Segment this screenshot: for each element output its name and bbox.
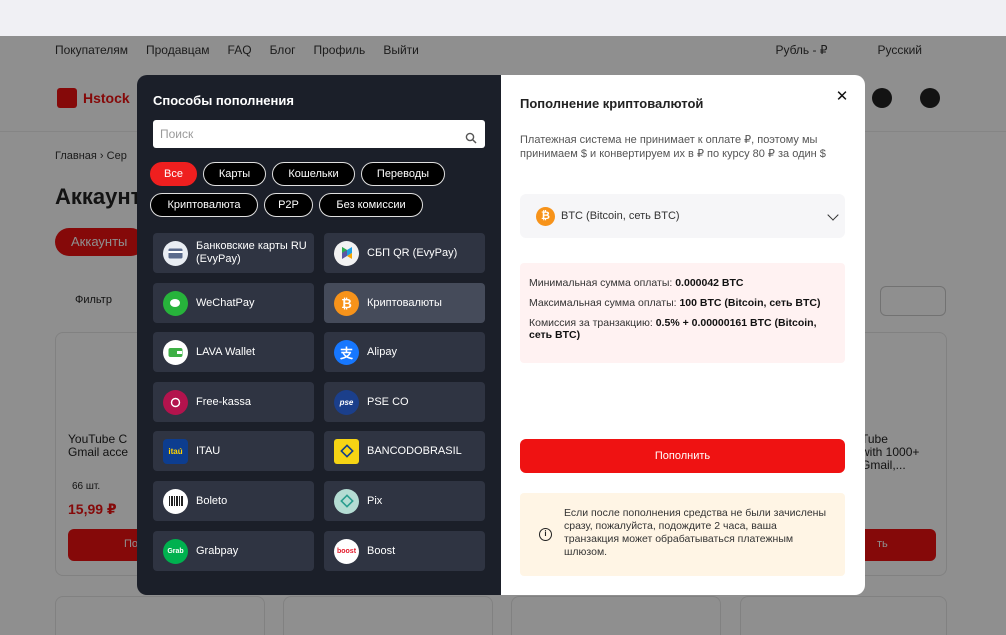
pix-icon <box>334 488 359 514</box>
method-itau[interactable]: itaú ITAU <box>153 431 314 471</box>
bitcoin-icon: ₿ <box>536 206 555 226</box>
chip-transfers[interactable]: Переводы <box>361 162 445 186</box>
payment-methods-panel: Способы пополнения Все Карты Кошельки Пе… <box>137 75 501 595</box>
chip-cards[interactable]: Карты <box>203 162 266 186</box>
method-label: Alipay <box>367 345 397 358</box>
grabpay-icon: Grab <box>163 538 188 564</box>
freekassa-icon <box>163 389 188 415</box>
methods-list: Банковские карты RU (EvyPay) СБП QR (Evy… <box>153 233 485 573</box>
max-amount-label: Максимальная сумма оплаты: <box>529 297 677 309</box>
method-label: Grabpay <box>196 544 239 557</box>
chip-no-fee[interactable]: Без комиссии <box>319 193 423 217</box>
method-label: LAVA Wallet <box>196 345 256 358</box>
info-icon: i <box>539 528 552 541</box>
limits-info: Минимальная сумма оплаты: 0.000042 BTC М… <box>520 263 845 363</box>
boost-icon: boost <box>334 538 359 564</box>
methods-title: Способы пополнения <box>153 93 294 108</box>
chip-all[interactable]: Все <box>150 162 197 186</box>
method-label: PSE CO <box>367 395 409 408</box>
max-amount-value: 100 BTC (Bitcoin, сеть BTC) <box>679 297 821 309</box>
method-label: Boleto <box>196 494 228 507</box>
method-pix[interactable]: Pix <box>324 481 485 521</box>
bitcoin-icon: ₿ <box>334 290 359 316</box>
method-label: СБП QR (EvyPay) <box>367 246 458 259</box>
itau-icon: itaú <box>163 438 188 464</box>
coin-select[interactable]: ₿ BTC (Bitcoin, сеть BTC) <box>520 194 845 238</box>
method-boost[interactable]: boost Boost <box>324 531 485 571</box>
min-amount-row: Минимальная сумма оплаты: 0.000042 BTC <box>529 277 836 289</box>
wallet-icon <box>163 339 188 365</box>
method-lava-wallet[interactable]: LAVA Wallet <box>153 332 314 372</box>
method-label: Boost <box>367 544 396 557</box>
chevron-down-icon <box>827 209 839 221</box>
card-icon <box>163 240 188 266</box>
method-alipay[interactable]: 支 Alipay <box>324 332 485 372</box>
method-label: Free-kassa <box>196 395 252 408</box>
coin-select-value: BTC (Bitcoin, сеть BTC) <box>561 210 680 222</box>
method-sbp-qr[interactable]: СБП QR (EvyPay) <box>324 233 485 273</box>
currency-note: Платежная система не принимает к оплате … <box>520 134 826 160</box>
method-label: Криптовалюты <box>367 296 442 309</box>
crypto-topup-panel: Пополнение криптовалютой ✕ Платежная сис… <box>501 75 865 595</box>
min-amount-label: Минимальная сумма оплаты: <box>529 277 673 289</box>
method-bank-cards[interactable]: Банковские карты RU (EvyPay) <box>153 233 314 273</box>
warning-text: Если после пополнения средства не были з… <box>564 507 827 558</box>
topup-button[interactable]: Пополнить <box>520 439 845 473</box>
fee-row: Комиссия за транзакцию: 0.5% + 0.0000016… <box>529 317 836 341</box>
close-icon[interactable]: ✕ <box>833 88 851 106</box>
alipay-icon: 支 <box>334 339 359 365</box>
method-crypto[interactable]: ₿ Криптовалюты <box>324 283 485 323</box>
method-wechatpay[interactable]: WeChatPay <box>153 283 314 323</box>
method-search-input[interactable] <box>153 120 485 148</box>
wechat-icon <box>163 290 188 316</box>
method-boleto[interactable]: Boleto <box>153 481 314 521</box>
method-label: WeChatPay <box>196 296 255 309</box>
topup-title: Пополнение криптовалютой <box>520 96 704 111</box>
chip-crypto[interactable]: Криптовалюта <box>150 193 258 217</box>
pse-icon: pse <box>334 389 359 415</box>
method-label: BANCODOBRASIL <box>367 444 462 457</box>
method-label: Pix <box>367 494 383 507</box>
method-label: ITAU <box>196 444 221 457</box>
payment-modal: Способы пополнения Все Карты Кошельки Пе… <box>137 75 865 595</box>
chip-p2p[interactable]: P2P <box>264 193 313 217</box>
sbp-icon <box>334 240 359 266</box>
browser-top-strip <box>0 0 1006 36</box>
fee-label: Комиссия за транзакцию: <box>529 317 653 329</box>
method-grabpay[interactable]: Grab Grabpay <box>153 531 314 571</box>
method-free-kassa[interactable]: Free-kassa <box>153 382 314 422</box>
search-icon <box>465 132 477 144</box>
max-amount-row: Максимальная сумма оплаты: 100 BTC (Bitc… <box>529 297 836 309</box>
method-pse-co[interactable]: pse PSE CO <box>324 382 485 422</box>
boleto-icon <box>163 488 188 514</box>
method-label: Банковские карты RU (EvyPay) <box>196 240 307 265</box>
method-bancodobrasil[interactable]: BANCODOBRASIL <box>324 431 485 471</box>
min-amount-value: 0.000042 BTC <box>675 277 744 289</box>
chip-wallets[interactable]: Кошельки <box>272 162 355 186</box>
bancodobrasil-icon <box>334 438 359 464</box>
processing-warning: i Если после пополнения средства не были… <box>520 493 845 576</box>
